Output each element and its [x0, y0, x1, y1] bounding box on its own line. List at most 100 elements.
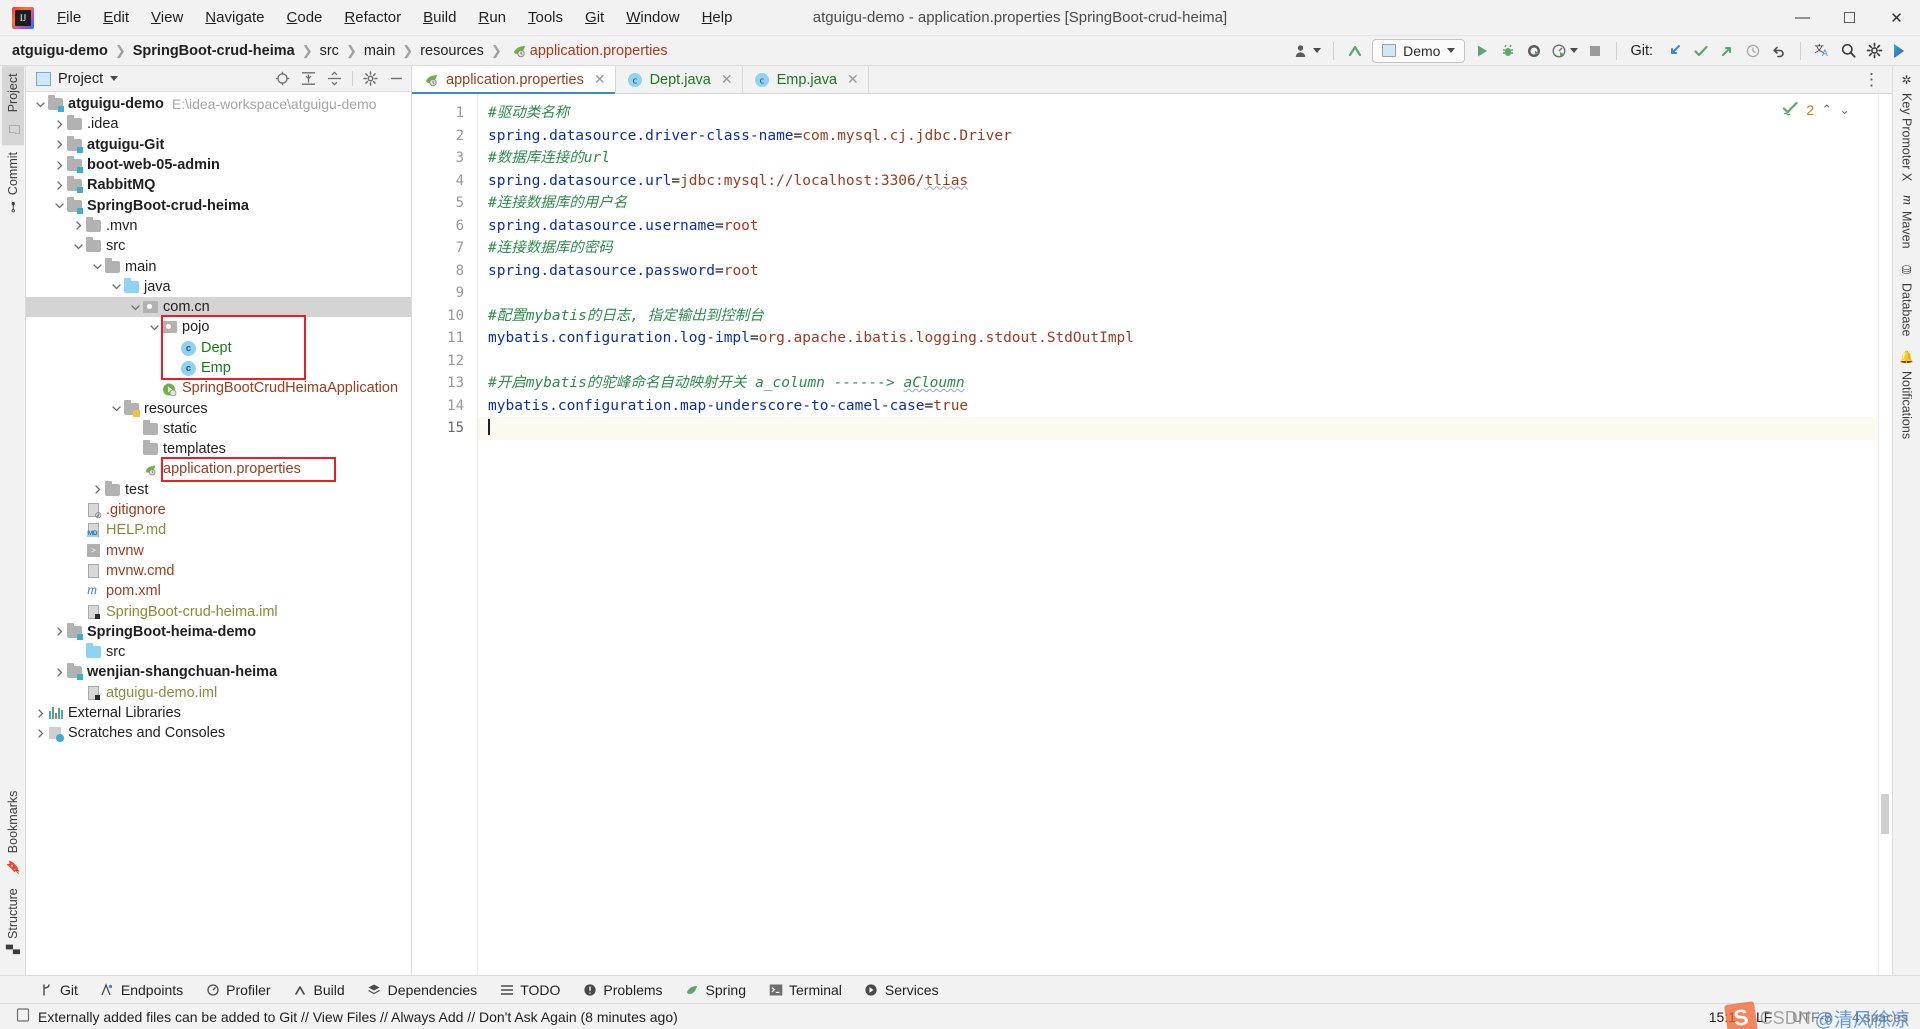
- editor-scrollbar[interactable]: [1878, 94, 1892, 975]
- tree-expand-arrow[interactable]: [148, 382, 161, 395]
- tree-node-java[interactable]: java: [26, 277, 411, 297]
- expand-all-icon[interactable]: [300, 70, 317, 87]
- tree-expand-arrow[interactable]: [72, 605, 85, 618]
- stop-icon[interactable]: [1583, 39, 1607, 63]
- tree-expand-arrow[interactable]: [167, 341, 180, 354]
- code-line[interactable]: #开启mybatis的驼峰命名自动映射开关 a_column ------> a…: [488, 372, 1892, 395]
- tree-expand-arrow[interactable]: [72, 646, 85, 659]
- hide-icon[interactable]: [388, 70, 405, 87]
- code-editor[interactable]: 1 2 3 4 5 6 7 8 9 10 11 12 13 14 15 #驱动类名称 spring.datas…: [412, 94, 1892, 975]
- inspection-widget[interactable]: 2 ⌃ ⌄: [1782, 100, 1850, 120]
- code-line[interactable]: #驱动类名称: [488, 102, 1892, 125]
- code-line[interactable]: #连接数据库的用户名: [488, 192, 1892, 215]
- indent-setting[interactable]: 4 spaces: [1852, 1009, 1908, 1025]
- tree-node-src[interactable]: src: [26, 236, 411, 256]
- tree-expand-arrow[interactable]: [129, 422, 142, 435]
- git-update-icon[interactable]: [1663, 39, 1687, 63]
- tree-expand-arrow[interactable]: [91, 260, 104, 273]
- tree-expand-arrow[interactable]: [34, 98, 47, 111]
- tree-expand-arrow[interactable]: [72, 544, 85, 557]
- tree-expand-arrow[interactable]: [148, 321, 161, 334]
- settings-icon[interactable]: [362, 70, 379, 87]
- sidebar-item-key-promoter-x[interactable]: ✲ Key Promoter X: [1896, 66, 1918, 188]
- search-everywhere-icon[interactable]: [1836, 39, 1860, 63]
- run-icon[interactable]: [1470, 39, 1494, 63]
- maximize-button[interactable]: ☐: [1826, 0, 1873, 36]
- tree-expand-arrow[interactable]: [72, 585, 85, 598]
- git-rollback-icon[interactable]: [1767, 39, 1791, 63]
- sidebar-item-commit[interactable]: ⊶ Commit: [2, 145, 24, 220]
- menu-build[interactable]: Build: [412, 6, 467, 29]
- tool-window-problems[interactable]: Problems: [571, 980, 673, 1000]
- code-line[interactable]: #配置mybatis的日志, 指定输出到控制台: [488, 305, 1892, 328]
- user-icon[interactable]: [1291, 39, 1324, 63]
- menu-refactor[interactable]: Refactor: [333, 6, 412, 29]
- tree-node-atguigu-git[interactable]: atguigu-Git: [26, 135, 411, 155]
- tree-expand-arrow[interactable]: [53, 199, 66, 212]
- profiler-icon[interactable]: [1548, 39, 1581, 63]
- git-history-icon[interactable]: [1741, 39, 1765, 63]
- breadcrumb-project[interactable]: atguigu-demo: [12, 43, 108, 59]
- tree-node-main[interactable]: main: [26, 256, 411, 276]
- tree-expand-arrow[interactable]: [53, 159, 66, 172]
- tree-node-emp[interactable]: c Emp: [26, 358, 411, 378]
- code-line[interactable]: spring.datasource.username=root: [488, 215, 1892, 238]
- tree-node-gitignore[interactable]: .gitignore: [26, 500, 411, 521]
- close-button[interactable]: ✕: [1873, 0, 1920, 36]
- tree-node-mvn[interactable]: .mvn: [26, 216, 411, 236]
- tree-node-dept[interactable]: c Dept: [26, 338, 411, 358]
- collapse-all-icon[interactable]: [326, 70, 343, 87]
- tree-node-src[interactable]: src: [26, 642, 411, 662]
- editor-tabs-options-icon[interactable]: ⋮: [1851, 66, 1892, 93]
- tab-dept-java[interactable]: c Dept.java ✕: [615, 66, 743, 93]
- code-line[interactable]: mybatis.configuration.log-impl=org.apach…: [488, 327, 1892, 350]
- tree-expand-arrow[interactable]: [129, 443, 142, 456]
- tree-expand-arrow[interactable]: [167, 362, 180, 375]
- menu-file[interactable]: FFileile: [46, 6, 92, 29]
- menu-help[interactable]: Help: [691, 6, 744, 29]
- breadcrumb-src[interactable]: src: [320, 43, 339, 59]
- code-content[interactable]: #驱动类名称 spring.datasource.driver-class-nam…: [478, 94, 1892, 975]
- git-commit-icon[interactable]: [1689, 39, 1713, 63]
- line-separator[interactable]: LF: [1756, 1009, 1772, 1025]
- tool-window-spring[interactable]: Spring: [674, 980, 757, 1000]
- tree-node-help-md[interactable]: HELP.md: [26, 520, 411, 540]
- tree-node-idea[interactable]: .idea: [26, 114, 411, 134]
- tool-window-todo[interactable]: TODO: [488, 980, 571, 1000]
- menu-navigate[interactable]: Navigate: [194, 6, 275, 29]
- tree-node-springboot-crud-heima-iml[interactable]: SpringBoot-crud-heima.iml: [26, 601, 411, 621]
- breadcrumb-module[interactable]: SpringBoot-crud-heima: [133, 43, 295, 59]
- select-opened-file-icon[interactable]: [274, 70, 291, 87]
- tree-expand-arrow[interactable]: [34, 707, 47, 720]
- tree-expand-arrow[interactable]: [110, 402, 123, 415]
- tree-expand-arrow[interactable]: [129, 301, 142, 314]
- tree-node-static[interactable]: static: [26, 419, 411, 439]
- code-line[interactable]: mybatis.configuration.map-underscore-to-…: [488, 395, 1892, 418]
- menu-window[interactable]: Window: [615, 6, 690, 29]
- file-encoding[interactable]: UTF-8: [1792, 1009, 1832, 1025]
- tool-window-git[interactable]: Git: [28, 980, 89, 1000]
- tool-window-endpoints[interactable]: Endpoints: [89, 980, 194, 1000]
- code-line[interactable]: spring.datasource.password=root: [488, 260, 1892, 283]
- menu-code[interactable]: Code: [276, 6, 334, 29]
- sidebar-item-bookmarks[interactable]: 🔖 Bookmarks: [2, 784, 24, 881]
- sidebar-item-notifications[interactable]: 🔔 Notifications: [1896, 343, 1918, 446]
- breadcrumb-file[interactable]: application.properties: [530, 43, 668, 59]
- close-icon[interactable]: ✕: [847, 71, 859, 88]
- tree-node-wenjian-shangchuan-heima[interactable]: wenjian-shangchuan-heima: [26, 662, 411, 682]
- tree-expand-arrow[interactable]: [72, 564, 85, 577]
- tree-node-mvnw[interactable]: > mvnw: [26, 541, 411, 561]
- tree-expand-arrow[interactable]: [91, 483, 104, 496]
- caret-position[interactable]: 15:1: [1709, 1009, 1736, 1025]
- chevron-down-icon[interactable]: ⌄: [1839, 102, 1850, 118]
- tool-window-build[interactable]: Build: [282, 980, 356, 1000]
- tree-node-springbootcrudheimaapplication[interactable]: SpringBootCrudHeimaApplication: [26, 378, 411, 398]
- sidebar-item-maven[interactable]: m Maven: [1896, 188, 1918, 256]
- tree-expand-arrow[interactable]: [53, 179, 66, 192]
- chevron-down-icon[interactable]: [110, 76, 119, 81]
- breadcrumb-main[interactable]: main: [364, 43, 395, 59]
- translate-icon[interactable]: 文A: [1810, 39, 1834, 63]
- tree-expand-arrow[interactable]: [53, 666, 66, 679]
- git-push-icon[interactable]: [1715, 39, 1739, 63]
- tree-node-scratches-and-consoles[interactable]: Scratches and Consoles: [26, 723, 411, 743]
